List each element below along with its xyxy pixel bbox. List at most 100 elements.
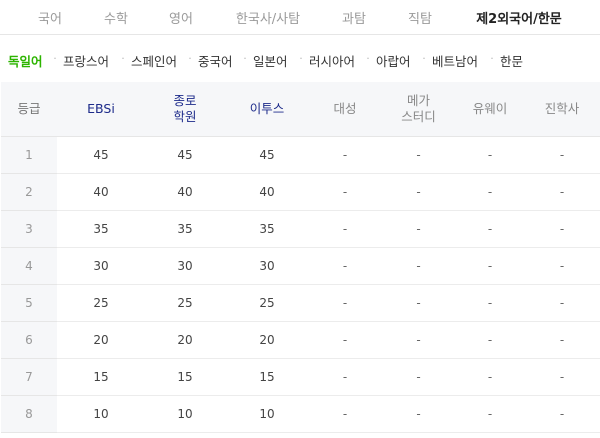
score-cell: - <box>524 395 600 433</box>
score-cell: - <box>381 284 456 322</box>
provider-header-uway: 유웨이 <box>456 82 524 137</box>
score-cell: - <box>309 247 381 285</box>
language-filter: 독일어 · 프랑스어 · 스페인어 · 중국어 · 일본어 · 러시아어 · 아… <box>0 34 600 82</box>
score-cell: - <box>524 284 600 322</box>
score-cell: - <box>381 247 456 285</box>
score-cell: 35 <box>57 210 145 248</box>
subject-tab-bar: 국어 수학 영어 한국사/사탐 과탐 직탐 제2외국어/한문 <box>0 0 600 35</box>
score-cell: 15 <box>145 358 225 396</box>
separator-dot: · <box>121 52 125 65</box>
score-cell: - <box>381 395 456 433</box>
grade-cell: 5 <box>1 284 57 322</box>
lang-spanish[interactable]: 스페인어 <box>131 51 177 70</box>
score-cell: 45 <box>145 136 225 174</box>
table-row: 8 10 10 10 - - - - <box>1 395 600 433</box>
score-cell: - <box>381 136 456 174</box>
score-cell: 45 <box>225 136 309 174</box>
tab-second-foreign-language[interactable]: 제2외국어/한문 <box>476 8 562 27</box>
score-cell: 15 <box>225 358 309 396</box>
score-cell: 30 <box>57 247 145 285</box>
lang-vietnamese[interactable]: 베트남어 <box>432 51 478 70</box>
separator-dot: · <box>243 52 247 65</box>
table-row: 5 25 25 25 - - - - <box>1 284 600 322</box>
score-cell: - <box>381 173 456 211</box>
provider-header-megastudy: 메가 스터디 <box>381 82 456 137</box>
score-cell: 40 <box>145 173 225 211</box>
table-row: 3 35 35 35 - - - - <box>1 210 600 248</box>
score-cell: - <box>524 136 600 174</box>
table-row: 1 45 45 45 - - - - <box>1 136 600 174</box>
score-cell: - <box>524 210 600 248</box>
score-cell: - <box>309 358 381 396</box>
score-cell: 20 <box>57 321 145 359</box>
provider-header-etoos: 이투스 <box>225 82 309 137</box>
lang-hanmun[interactable]: 한문 <box>500 51 523 70</box>
table-header-row: 등급 EBSi 종로 학원 이투스 대성 메가 스터디 유웨이 진학사 <box>1 82 600 137</box>
separator-dot: · <box>422 52 426 65</box>
score-cell: 20 <box>145 321 225 359</box>
score-cell: - <box>524 247 600 285</box>
provider-header-daesung: 대성 <box>309 82 381 137</box>
score-cell: 10 <box>225 395 309 433</box>
tab-korean[interactable]: 국어 <box>38 8 62 27</box>
score-cell: 45 <box>57 136 145 174</box>
score-cell: - <box>456 395 524 433</box>
score-cell: - <box>456 358 524 396</box>
score-cell: 25 <box>57 284 145 322</box>
tab-korean-history-social[interactable]: 한국사/사탐 <box>236 8 300 27</box>
score-cell: 30 <box>145 247 225 285</box>
lang-french[interactable]: 프랑스어 <box>63 51 109 70</box>
score-cell: - <box>309 210 381 248</box>
grade-cell: 3 <box>1 210 57 248</box>
grade-cut-table: 등급 EBSi 종로 학원 이투스 대성 메가 스터디 유웨이 진학사 1 45 4… <box>1 82 600 433</box>
lang-arabic[interactable]: 아랍어 <box>376 51 411 70</box>
score-cell: - <box>456 136 524 174</box>
score-cell: - <box>381 210 456 248</box>
lang-chinese[interactable]: 중국어 <box>198 51 233 70</box>
score-cell: 30 <box>225 247 309 285</box>
tab-math[interactable]: 수학 <box>104 8 128 27</box>
score-cell: - <box>456 247 524 285</box>
separator-dot: · <box>188 52 192 65</box>
score-cell: 10 <box>145 395 225 433</box>
grade-cell: 7 <box>1 358 57 396</box>
separator-dot: · <box>366 52 370 65</box>
tab-english[interactable]: 영어 <box>169 8 193 27</box>
table-row: 6 20 20 20 - - - - <box>1 321 600 359</box>
score-cell: 25 <box>225 284 309 322</box>
table-row: 2 40 40 40 - - - - <box>1 173 600 211</box>
provider-header-jongro: 종로 학원 <box>145 82 225 137</box>
score-cell: 35 <box>225 210 309 248</box>
grade-cell: 1 <box>1 136 57 174</box>
score-cell: - <box>456 284 524 322</box>
tab-science[interactable]: 과탐 <box>342 8 366 27</box>
score-cell: - <box>309 136 381 174</box>
score-cell: 15 <box>57 358 145 396</box>
provider-header-ebsi: EBSi <box>57 82 145 137</box>
score-cell: 40 <box>57 173 145 211</box>
provider-header-jinhak: 진학사 <box>524 82 600 137</box>
score-cell: 40 <box>225 173 309 211</box>
score-cell: 10 <box>57 395 145 433</box>
grade-cell: 2 <box>1 173 57 211</box>
lang-russian[interactable]: 러시아어 <box>309 51 355 70</box>
lang-japanese[interactable]: 일본어 <box>253 51 288 70</box>
grade-cell: 8 <box>1 395 57 433</box>
table-row: 4 30 30 30 - - - - <box>1 247 600 285</box>
grade-header: 등급 <box>1 82 57 137</box>
score-cell: - <box>381 321 456 359</box>
score-cell: - <box>456 321 524 359</box>
separator-dot: · <box>490 52 494 65</box>
score-cell: - <box>524 321 600 359</box>
lang-german[interactable]: 독일어 <box>8 51 43 70</box>
tab-vocational[interactable]: 직탐 <box>408 8 432 27</box>
score-cell: - <box>309 173 381 211</box>
score-cell: - <box>309 321 381 359</box>
score-cell: - <box>309 395 381 433</box>
separator-dot: · <box>299 52 303 65</box>
separator-dot: · <box>53 52 57 65</box>
score-cell: - <box>381 358 456 396</box>
grade-cell: 6 <box>1 321 57 359</box>
score-cell: 25 <box>145 284 225 322</box>
score-cell: - <box>456 173 524 211</box>
